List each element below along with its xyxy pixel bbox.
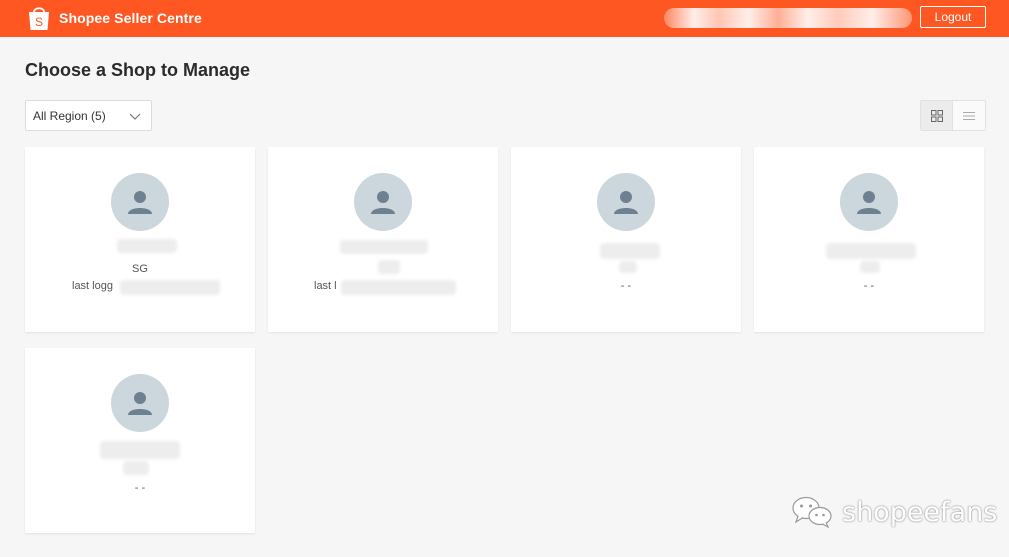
- brand[interactable]: S Shopee Seller Centre: [27, 4, 202, 32]
- region-select-value: All Region (5): [33, 108, 106, 123]
- logo-letter: S: [35, 15, 43, 29]
- shop-region-redacted: [378, 260, 400, 274]
- shop-name-redacted: [826, 243, 916, 259]
- user-icon: [614, 191, 638, 214]
- list-view-button[interactable]: [953, 101, 985, 130]
- wechat-icon: [792, 496, 832, 529]
- user-icon: [128, 392, 152, 415]
- shop-avatar: [597, 173, 655, 231]
- shop-card[interactable]: - -: [511, 147, 741, 332]
- shop-status: - -: [620, 280, 632, 292]
- account-name-redacted: [664, 8, 912, 28]
- grid-icon: [930, 109, 943, 122]
- shop-name-redacted: [100, 441, 180, 459]
- shop-status: - -: [134, 482, 146, 494]
- logout-button[interactable]: Logout: [920, 6, 986, 28]
- shop-region: SG: [132, 263, 148, 275]
- shopee-bag-icon: S: [29, 7, 49, 30]
- shop-card[interactable]: - -: [25, 348, 255, 533]
- shop-avatar: [354, 173, 412, 231]
- page-title: Choose a Shop to Manage: [25, 60, 251, 80]
- grid-view-button[interactable]: [921, 101, 953, 130]
- top-bar: S Shopee Seller Centre Logout: [0, 0, 1009, 37]
- shop-avatar: [840, 173, 898, 231]
- shop-avatar: [111, 374, 169, 432]
- watermark-text: shopeefans: [842, 496, 998, 528]
- user-icon: [857, 191, 881, 214]
- view-toggle: [920, 100, 986, 131]
- shop-region-redacted: [860, 261, 880, 273]
- user-icon: [371, 191, 395, 214]
- watermark: shopeefans: [790, 494, 997, 530]
- user-icon: [128, 191, 152, 214]
- shop-card[interactable]: SG last logg: [25, 147, 255, 332]
- shop-region-redacted: [619, 261, 637, 273]
- shop-region-redacted: [123, 461, 149, 475]
- shop-avatar: [111, 173, 169, 231]
- list-icon: [963, 111, 975, 120]
- shop-card[interactable]: - -: [754, 147, 984, 332]
- shop-card[interactable]: last l: [268, 147, 498, 332]
- shop-status: - -: [863, 280, 875, 292]
- chevron-down-icon: [129, 113, 141, 120]
- last-login-redacted: [120, 280, 220, 295]
- last-login-redacted: [341, 280, 456, 295]
- shop-name-redacted: [600, 243, 660, 259]
- region-select[interactable]: All Region (5): [25, 100, 152, 131]
- shop-name-redacted: [340, 240, 428, 254]
- shop-name-redacted: [117, 239, 177, 253]
- brand-name: Shopee Seller Centre: [59, 10, 202, 26]
